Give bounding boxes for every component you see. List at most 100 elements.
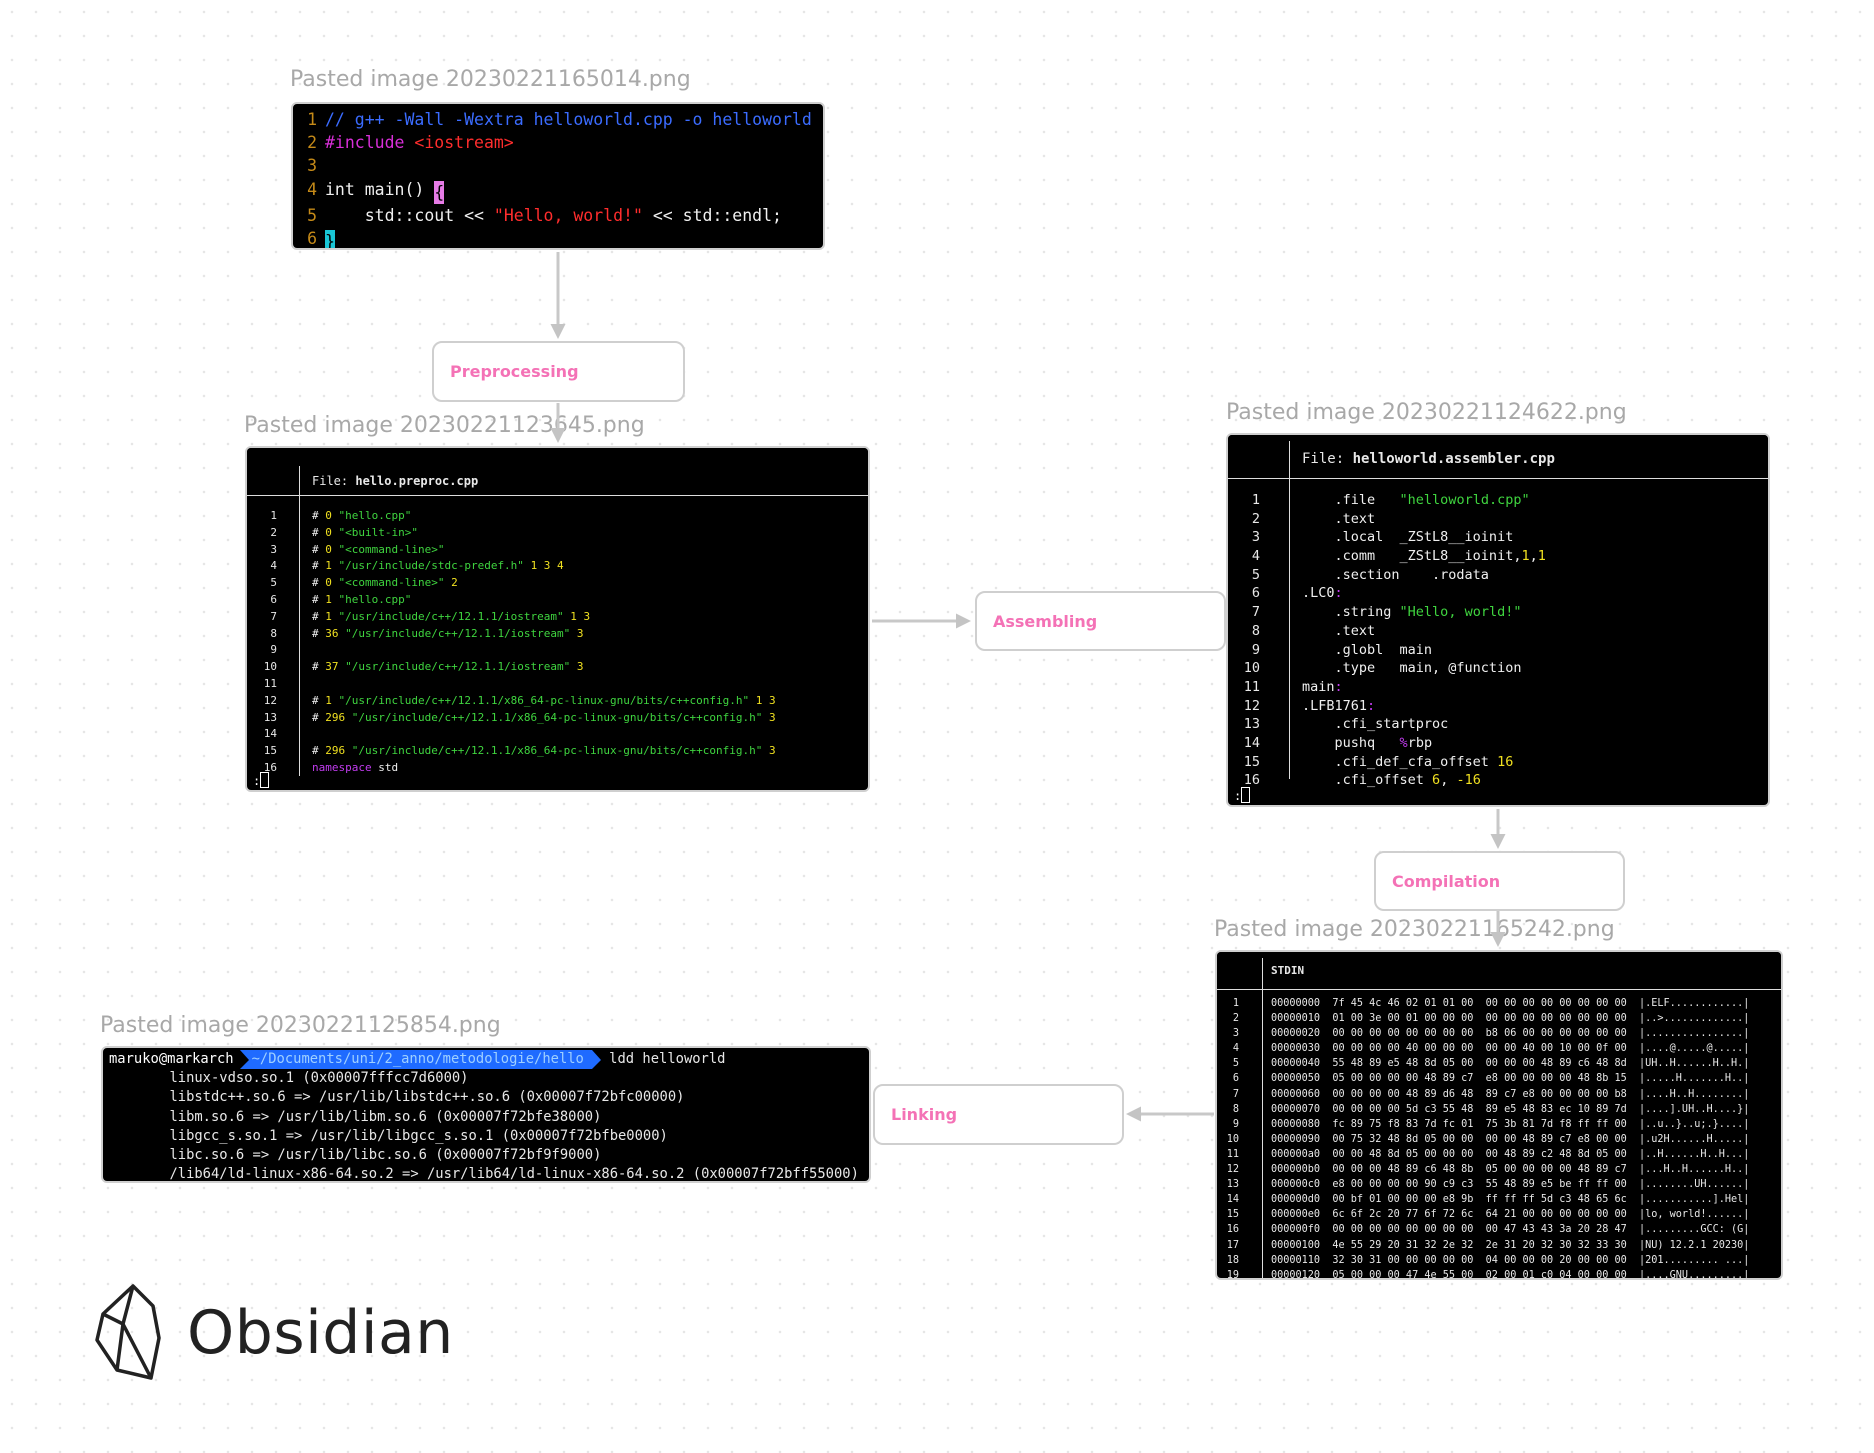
code-line: 14 000000d0 00 bf 01 00 00 00 e8 9b ff ff…: [1217, 1192, 1781, 1207]
code-line: 13 .cfi_startproc: [1228, 715, 1768, 734]
file-label: File:: [312, 474, 356, 488]
obsidian-logo: Obsidian: [95, 1284, 454, 1382]
code-token: rbp: [1407, 734, 1433, 751]
code-token: 1 3: [755, 693, 776, 707]
command-prompt: :: [253, 772, 270, 788]
code-line: 1 .file "helloworld.cpp": [1228, 491, 1768, 510]
command-prompt: :: [1234, 787, 1251, 803]
line-text: .type main, @function: [1302, 659, 1522, 678]
line-text: main:: [1302, 678, 1343, 697]
line-text: .LFB1761:: [1302, 697, 1375, 716]
image-node-assembler[interactable]: File: helloworld.assembler.cpp 1 .file "…: [1226, 433, 1770, 807]
code-token: <iostream>: [414, 133, 514, 153]
code-token: ,: [1529, 548, 1538, 565]
line-text: .file "helloworld.cpp": [1302, 491, 1530, 510]
code-line: 11 main:: [1228, 678, 1768, 697]
image-node-caption[interactable]: Pasted image 20230221165242.png: [1214, 917, 1615, 942]
image-node-hexdump[interactable]: STDIN 1 00000000 7f 45 4c 46 02 01 01 00 …: [1215, 950, 1783, 1280]
code-token: 0: [325, 542, 332, 556]
code-line: 7 .string "Hello, world!": [1228, 603, 1768, 622]
code-token: "<built-in>": [331, 525, 418, 539]
canvas[interactable]: Pasted image 20230221165014.png 1 // g++ …: [0, 0, 1874, 1453]
text-node-assembling[interactable]: Assembling: [975, 591, 1226, 651]
image-node-caption[interactable]: Pasted image 20230221125854.png: [100, 1013, 501, 1038]
code-token: 6: [1432, 772, 1441, 789]
code-line: 16 .cfi_offset 6, -16: [1228, 771, 1768, 790]
line-number: 6: [1251, 585, 1260, 602]
code-token: }: [325, 230, 335, 248]
line-text: 00000110 32 30 31 00 00 00 00 00 04 00 0…: [1271, 1254, 1750, 1266]
code-line: 8 00000070 00 00 00 00 5d c3 55 48 89 e5 …: [1217, 1102, 1781, 1117]
image-node-ldd[interactable]: maruko@markarch ~/Documents/uni/2_anno/me…: [101, 1046, 871, 1183]
code-line: 4 int main() {: [303, 178, 813, 204]
line-text: .text: [1302, 510, 1376, 529]
code-token: #: [312, 609, 326, 623]
line-text: 00000120 05 00 00 00 47 4e 55 00 02 00 0…: [1271, 1269, 1750, 1280]
code-line: 13 # 296 "/usr/include/c++/12.1.1/x86_64-…: [247, 710, 868, 727]
code-line: 11: [247, 676, 868, 693]
code-token: .comm _ZStL8__ioinit,: [1302, 548, 1522, 565]
text-node-preprocessing[interactable]: Preprocessing: [432, 341, 685, 402]
gutter-divider: [299, 466, 300, 495]
line-text: 00000020 00 00 00 00 00 00 00 00 b8 06 0…: [1271, 1028, 1750, 1040]
code-line: 5 # 0 "<command-line>" 2: [247, 575, 868, 592]
code-line: 6 00000050 05 00 00 00 00 48 89 c7 e8 00 …: [1217, 1071, 1781, 1086]
code-line: 10 # 37 "/usr/include/c++/12.1.1/iostream…: [247, 659, 868, 676]
code-token: #: [312, 744, 326, 758]
code-token: .file: [1302, 492, 1400, 508]
code-token: 1: [325, 559, 332, 573]
line-text: .LC0:: [1302, 584, 1343, 603]
line-number: 4: [1251, 548, 1260, 565]
line-text: # 1 "/usr/include/stdc-predef.h" 1 3 4: [312, 558, 564, 575]
code-token: {: [434, 180, 445, 204]
code-token: 0: [325, 525, 332, 539]
code-line: 12 000000b0 00 00 00 48 89 c6 48 8b 05 00…: [1217, 1162, 1781, 1177]
line-number: 5: [307, 205, 317, 225]
code-token: #: [312, 660, 326, 674]
code-token: :: [1367, 697, 1376, 714]
output-line: libc.so.6 => /usr/lib/libc.so.6 (0x00007…: [103, 1146, 602, 1163]
line-text: # 37 "/usr/include/c++/12.1.1/iostream" …: [312, 659, 584, 676]
image-node-preproc[interactable]: File: hello.preproc.cpp 1 # 0 "hello.cpp"…: [245, 446, 870, 792]
code-token: .text: [1302, 622, 1376, 639]
code-line: 3 # 0 "<command-line>": [247, 542, 868, 559]
line-number: 7: [1251, 604, 1260, 621]
code-token: .section .rodata: [1302, 566, 1489, 583]
image-node-editor[interactable]: 1 // g++ -Wall -Wextra helloworld.cpp -o …: [291, 102, 825, 250]
code-token: #: [312, 710, 326, 724]
code-line: 16 000000f0 00 00 00 00 00 00 00 00 00 47…: [1217, 1222, 1781, 1237]
line-number: 19: [1226, 1269, 1239, 1280]
line-number: 16: [1226, 1224, 1239, 1236]
image-node-caption[interactable]: Pasted image 20230221165014.png: [290, 67, 691, 92]
code-token: .string: [1302, 604, 1400, 621]
line-number: 14: [1226, 1194, 1239, 1206]
code-token: 3: [576, 660, 584, 674]
code-token: #: [312, 525, 326, 539]
image-node-caption[interactable]: Pasted image 20230221124622.png: [1226, 400, 1627, 425]
code-line: 1 00000000 7f 45 4c 46 02 01 01 00 00 00 …: [1217, 996, 1781, 1011]
code-token: 296: [325, 710, 346, 724]
image-node-caption[interactable]: Pasted image 20230221123645.png: [244, 413, 645, 438]
code-line: 6 # 1 "hello.cpp": [247, 592, 868, 609]
text-node-label: Compilation: [1392, 871, 1501, 891]
text-node-linking[interactable]: Linking: [873, 1084, 1124, 1145]
code-line: 5 00000040 55 48 89 e5 48 8d 05 00 00 00 …: [1217, 1056, 1781, 1071]
code-line: 2 .text: [1228, 510, 1768, 529]
code-token: << std::endl;: [642, 205, 782, 225]
line-number: 12: [1226, 1164, 1239, 1176]
code-token: "/usr/include/c++/12.1.1/iostream": [338, 626, 577, 640]
code-token: "Hello, world!": [1399, 604, 1522, 621]
file-header: File: helloworld.assembler.cpp: [1228, 435, 1768, 479]
line-text: 00000060 00 00 00 00 48 89 d6 48 89 c7 e…: [1271, 1088, 1750, 1100]
line-number: 17: [1226, 1239, 1239, 1251]
line-number: 9: [270, 643, 277, 657]
code-line: 6 .LC0:: [1228, 584, 1768, 603]
code-token: 3: [768, 744, 776, 758]
line-text: 00000040 55 48 89 e5 48 8d 05 00 00 00 0…: [1271, 1058, 1750, 1070]
code-token: %: [1399, 734, 1408, 751]
code-token: ,: [1440, 772, 1457, 789]
file-body: 1 # 0 "hello.cpp" 2 # 0 "<built-in>" 3 # 0 "<…: [247, 496, 868, 777]
line-number: 14: [1243, 734, 1260, 751]
text-node-compilation[interactable]: Compilation: [1374, 851, 1625, 911]
code-token: 1: [1521, 548, 1530, 565]
